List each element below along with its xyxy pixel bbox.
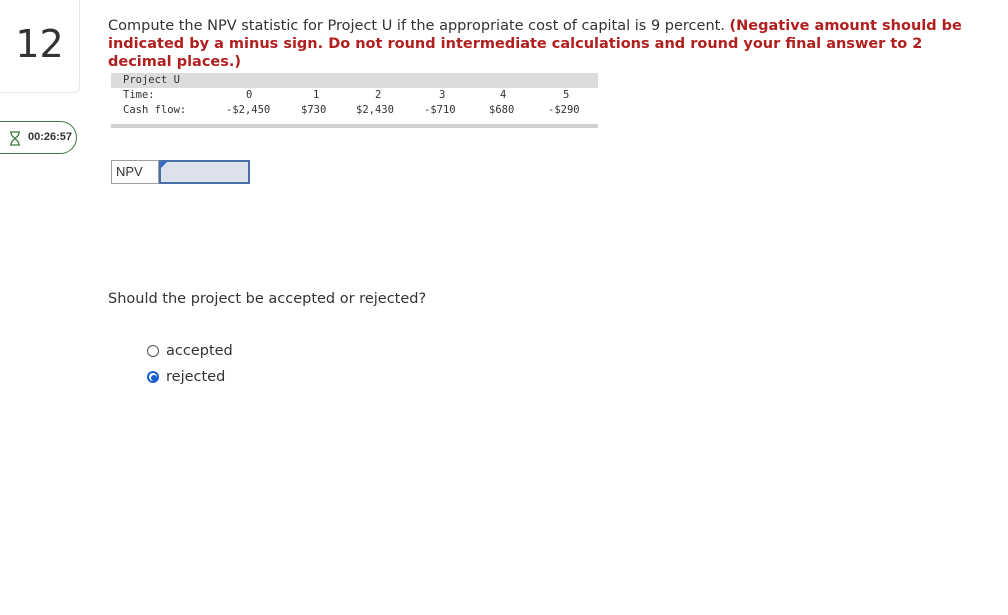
- prompt-text: Compute the NPV statistic for Project U …: [108, 18, 725, 34]
- period-2: 2: [375, 89, 382, 101]
- question-number-box: 12: [0, 0, 80, 93]
- cash-flow-table: Project U Time: Cash flow: 0 1 2 3 4 5 -…: [111, 73, 598, 130]
- radio-rejected[interactable]: [147, 371, 159, 383]
- cash-flow-4: $680: [489, 104, 515, 116]
- timer-value: 00:26:57: [28, 131, 73, 143]
- cash-flow-5: -$290: [548, 104, 580, 116]
- npv-input[interactable]: [159, 160, 250, 184]
- npv-label: NPV: [111, 160, 159, 184]
- cash-flow-row-label: Cash flow:: [123, 104, 187, 116]
- question-page: 12 00:26:57 Compute the NPV statistic fo…: [0, 0, 1008, 615]
- cash-flow-1: $730: [301, 104, 327, 116]
- period-4: 4: [500, 89, 507, 101]
- decision-question: Should the project be accepted or reject…: [108, 291, 427, 307]
- cash-flow-3: -$710: [424, 104, 456, 116]
- question-prompt: Compute the NPV statistic for Project U …: [108, 17, 988, 71]
- cash-flow-2: $2,430: [356, 104, 394, 116]
- cash-flow-0: -$2,450: [226, 104, 271, 116]
- period-3: 3: [439, 89, 446, 101]
- input-flag-icon: [161, 162, 167, 168]
- table-footer-bar: [111, 124, 598, 128]
- period-0: 0: [246, 89, 253, 101]
- option-rejected-label[interactable]: rejected: [166, 369, 225, 385]
- time-row-label: Time:: [123, 89, 155, 101]
- option-accepted-label[interactable]: accepted: [166, 343, 233, 359]
- hourglass-icon: [10, 131, 20, 146]
- timer: 00:26:57: [0, 121, 77, 154]
- radio-accepted[interactable]: [147, 345, 159, 357]
- table-title: Project U: [123, 74, 180, 86]
- period-5: 5: [563, 89, 570, 101]
- table-header-bar: [111, 73, 598, 88]
- question-number: 12: [15, 22, 64, 66]
- period-1: 1: [313, 89, 320, 101]
